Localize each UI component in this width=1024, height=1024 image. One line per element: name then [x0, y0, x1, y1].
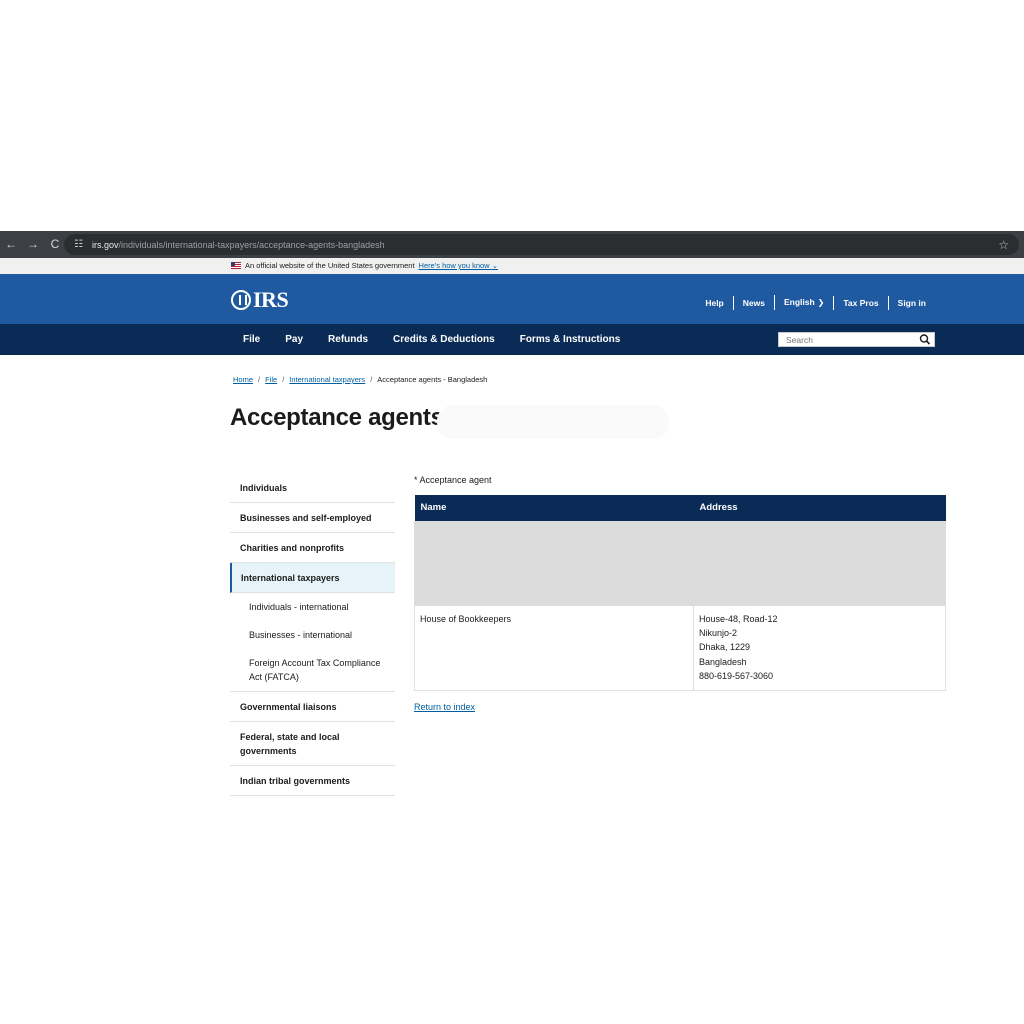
- util-news-link[interactable]: News: [732, 295, 774, 310]
- nav-file[interactable]: File: [243, 334, 260, 345]
- agents-table: Name Address House of Bookkeepers House-…: [414, 495, 946, 691]
- forward-icon[interactable]: →: [22, 231, 44, 258]
- chevron-down-icon: ❯: [817, 298, 825, 307]
- column-header-address: Address: [693, 495, 946, 521]
- page-title: Acceptance agents: [230, 404, 444, 431]
- sidebar-item-individuals-international[interactable]: Individuals - international: [230, 593, 395, 621]
- nav-credits-deductions[interactable]: Credits & Deductions: [393, 334, 495, 345]
- sidebar-item-individuals[interactable]: Individuals: [230, 473, 395, 503]
- sidebar-item-fatca[interactable]: Foreign Account Tax Compliance Act (FATC…: [230, 649, 395, 692]
- address-bar[interactable]: ☷ irs.gov/individuals/international-taxp…: [64, 234, 1019, 255]
- breadcrumb: Home / File / International taxpayers / …: [233, 375, 487, 384]
- sidebar-item-governmental-liaisons[interactable]: Governmental liaisons: [230, 692, 395, 722]
- address-line: House-48, Road-12: [699, 613, 778, 624]
- url-text[interactable]: irs.gov/individuals/international-taxpay…: [92, 240, 385, 250]
- url-host: irs.gov: [92, 239, 119, 250]
- breadcrumb-separator: /: [282, 375, 285, 384]
- breadcrumb-home[interactable]: Home: [233, 375, 253, 384]
- redacted-cell: [414, 520, 694, 606]
- main-nav: File Pay Refunds Credits & Deductions Fo…: [0, 324, 1024, 355]
- table-row: House of Bookkeepers House-48, Road-12 N…: [414, 604, 946, 691]
- search-icon[interactable]: [919, 333, 931, 346]
- irs-logo[interactable]: IRS: [231, 287, 289, 313]
- util-sign-in-link[interactable]: Sign in: [887, 295, 935, 310]
- sidebar-item-businesses[interactable]: Businesses and self-employed: [230, 503, 395, 533]
- language-selector[interactable]: English ❯: [773, 295, 833, 310]
- address-line: Nikunjo-2: [699, 627, 738, 638]
- bookmark-star-icon[interactable]: ☆: [998, 238, 1009, 252]
- browser-toolbar: ← → C ☷ irs.gov/individuals/internationa…: [0, 231, 1024, 258]
- agent-name: House of Bookkeepers: [414, 604, 694, 691]
- address-line: Bangladesh: [699, 656, 747, 667]
- official-banner-text: An official website of the United States…: [245, 261, 415, 270]
- sidebar-nav: Individuals Businesses and self-employed…: [230, 473, 395, 796]
- nav-refunds[interactable]: Refunds: [328, 334, 368, 345]
- heres-how-you-know-label: Here's how you know: [418, 261, 490, 270]
- language-label: English: [783, 297, 815, 307]
- us-flag-icon: [231, 262, 241, 269]
- nav-pay[interactable]: Pay: [285, 334, 303, 345]
- utility-nav: Help News English ❯ Tax Pros Sign in: [696, 295, 935, 310]
- sidebar-item-federal-state-local[interactable]: Federal, state and local governments: [230, 722, 395, 766]
- search-box: [778, 332, 935, 347]
- util-help-link[interactable]: Help: [696, 296, 732, 310]
- address-line: Dhaka, 1229: [699, 642, 751, 653]
- url-path: /individuals/international-taxpayers/acc…: [118, 239, 385, 250]
- nav-forms-instructions[interactable]: Forms & Instructions: [520, 334, 621, 345]
- sidebar-item-indian-tribal[interactable]: Indian tribal governments: [230, 766, 395, 796]
- sidebar-item-international-taxpayers[interactable]: International taxpayers: [230, 563, 395, 593]
- breadcrumb-international-taxpayers[interactable]: International taxpayers: [289, 375, 365, 384]
- address-phone: 880-619-567-3060: [699, 671, 774, 682]
- logo-text: IRS: [253, 287, 289, 312]
- official-banner: An official website of the United States…: [0, 258, 1024, 274]
- heres-how-you-know-link[interactable]: Here's how you know ⌄: [419, 261, 498, 270]
- site-header: IRS Help News English ❯ Tax Pros Sign in: [0, 274, 1024, 324]
- column-header-name: Name: [414, 495, 694, 521]
- util-tax-pros-link[interactable]: Tax Pros: [833, 295, 887, 310]
- chevron-down-icon: ⌄: [491, 261, 498, 270]
- breadcrumb-separator: /: [258, 375, 261, 384]
- table-row-redacted: [414, 520, 946, 606]
- breadcrumb-separator: /: [370, 375, 373, 384]
- back-icon[interactable]: ←: [0, 231, 22, 258]
- reload-icon[interactable]: C: [44, 231, 66, 258]
- site-info-icon[interactable]: ☷: [74, 239, 88, 250]
- sidebar-item-charities[interactable]: Charities and nonprofits: [230, 533, 395, 563]
- breadcrumb-file[interactable]: File: [265, 375, 277, 384]
- eagle-emblem-icon: [231, 290, 251, 310]
- return-to-index-link[interactable]: Return to index: [414, 702, 475, 712]
- search-input[interactable]: [779, 333, 919, 346]
- redacted-cell: [693, 520, 946, 606]
- sidebar-item-businesses-international[interactable]: Businesses - international: [230, 621, 395, 649]
- table-header-row: Name Address: [414, 495, 946, 521]
- agent-address: House-48, Road-12 Nikunjo-2 Dhaka, 1229 …: [693, 604, 946, 691]
- breadcrumb-current: Acceptance agents - Bangladesh: [377, 375, 488, 384]
- redacted-area: [437, 405, 669, 439]
- acceptance-agent-note: * Acceptance agent: [414, 475, 492, 485]
